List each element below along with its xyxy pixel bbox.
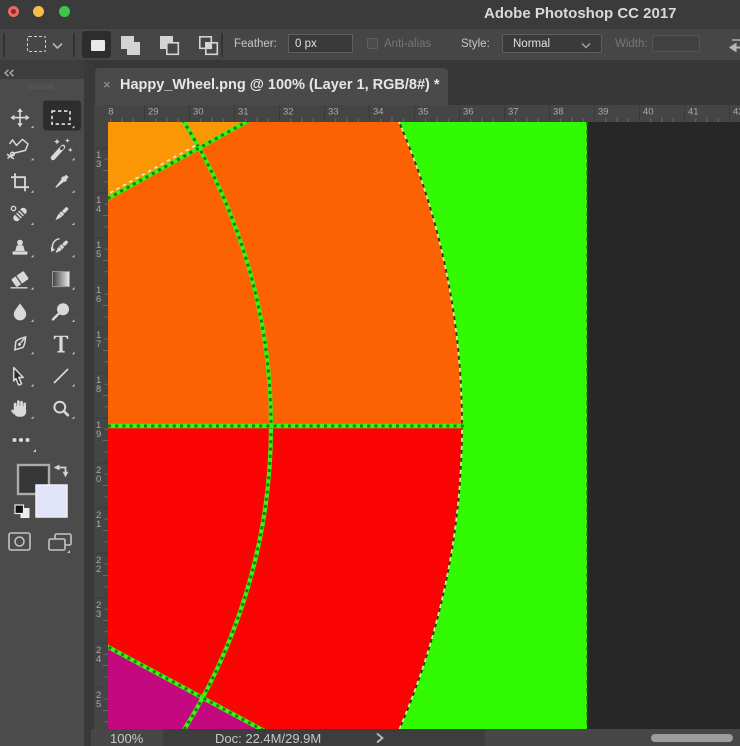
svg-text:3: 3	[96, 159, 101, 170]
svg-text:4: 4	[96, 654, 101, 665]
svg-text:8: 8	[96, 384, 101, 395]
svg-text:0: 0	[96, 474, 101, 485]
svg-text:34: 34	[373, 107, 384, 118]
svg-text:7: 7	[96, 339, 101, 350]
svg-text:4: 4	[96, 204, 101, 215]
svg-text:1: 1	[96, 519, 101, 530]
svg-text:31: 31	[238, 107, 249, 118]
svg-text:5: 5	[96, 249, 101, 260]
svg-text:41: 41	[688, 107, 699, 118]
svg-text:40: 40	[643, 107, 654, 118]
svg-text:5: 5	[96, 699, 101, 710]
svg-text:42: 42	[733, 107, 740, 118]
svg-text:38: 38	[553, 107, 564, 118]
svg-text:2: 2	[96, 564, 101, 575]
svg-text:9: 9	[96, 429, 101, 440]
svg-text:6: 6	[96, 294, 101, 305]
svg-text:36: 36	[463, 107, 474, 118]
svg-text:29: 29	[148, 107, 159, 118]
svg-text:32: 32	[283, 107, 294, 118]
svg-text:39: 39	[598, 107, 609, 118]
svg-text:30: 30	[193, 107, 204, 118]
svg-text:37: 37	[508, 107, 519, 118]
svg-text:35: 35	[418, 107, 429, 118]
svg-text:33: 33	[328, 107, 339, 118]
svg-text:3: 3	[96, 609, 101, 620]
